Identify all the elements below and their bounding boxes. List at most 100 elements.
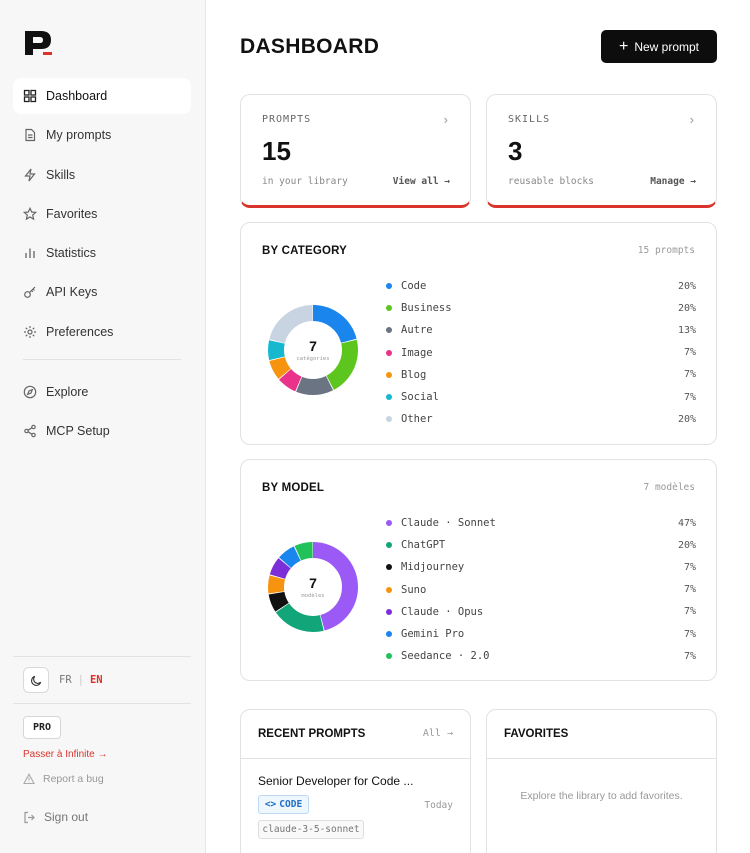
grid-icon	[23, 89, 37, 103]
page-title: DASHBOARD	[240, 35, 380, 58]
sidebar-item-api-keys[interactable]: API Keys	[13, 274, 191, 310]
legend-item: Claude · Opus 7%	[386, 601, 696, 623]
sidebar-item-label: Statistics	[46, 246, 97, 261]
panel-title: FAVORITES	[504, 728, 569, 740]
legend-item: Image 7%	[386, 342, 696, 364]
legend-dot	[386, 349, 392, 356]
legend-dot	[386, 283, 392, 290]
lang-en-option[interactable]: EN	[90, 674, 103, 686]
category-tag: <> CODE	[258, 795, 309, 814]
warning-icon	[23, 773, 35, 785]
legend-item: Other 20%	[386, 408, 696, 430]
sidebar-item-dashboard[interactable]: Dashboard	[13, 78, 191, 114]
legend-percent: 20%	[677, 413, 696, 425]
code-brackets-icon: <>	[264, 799, 277, 810]
logout-icon	[23, 811, 36, 824]
legend-label: Social	[401, 391, 439, 404]
stat-value: 3	[508, 136, 523, 166]
chevron-right-icon: ›	[689, 112, 694, 127]
gear-icon	[23, 325, 37, 339]
legend-item: Autre 13%	[386, 319, 696, 341]
legend-percent: 47%	[677, 517, 696, 529]
legend-dot	[386, 371, 392, 378]
legend-item: Seedance · 2.0 7%	[386, 645, 696, 667]
donut-center-value: 7	[309, 575, 317, 591]
legend-dot	[386, 520, 392, 527]
legend-percent: 7%	[683, 628, 696, 640]
legend-percent: 7%	[683, 369, 696, 381]
favorites-empty-message: Explore the library to add favorites.	[520, 790, 683, 802]
favorites-header: FAVORITES	[487, 710, 716, 759]
model-tag: claude-3-5-sonnet	[258, 820, 364, 839]
legend-label: Claude · Opus	[401, 605, 484, 618]
report-bug-link[interactable]: Report a bug	[23, 773, 104, 785]
report-bug-label: Report a bug	[43, 773, 104, 785]
language-switcher: FR | EN	[59, 674, 103, 686]
legend-label: Code	[401, 280, 427, 293]
legend-percent: 7%	[683, 584, 696, 596]
upgrade-link[interactable]: Passer à Infinite →	[23, 749, 107, 760]
view-all-link[interactable]: View all →	[393, 176, 450, 187]
all-prompts-link[interactable]: All →	[423, 728, 453, 739]
legend-dot	[386, 394, 392, 401]
legend-item: Midjourney 7%	[386, 556, 696, 578]
legend-item: Code 20%	[386, 275, 696, 297]
recent-prompt-title[interactable]: Senior Developer for Code ...	[258, 774, 413, 788]
sidebar-item-favorites[interactable]: Favorites	[13, 196, 191, 232]
panel-title: BY CATEGORY	[262, 245, 348, 257]
legend-dot	[386, 416, 392, 423]
panel-count: 7 modèles	[643, 482, 695, 493]
theme-toggle-button[interactable]	[23, 667, 49, 693]
category-tag-label: CODE	[279, 799, 303, 810]
legend-item: Claude · Sonnet 47%	[386, 512, 696, 534]
manage-link[interactable]: Manage →	[650, 176, 696, 187]
plus-icon: +	[618, 37, 629, 55]
prompt-date: Today	[424, 800, 453, 811]
app-logo[interactable]	[24, 30, 54, 56]
sidebar-item-preferences[interactable]: Preferences	[13, 314, 191, 350]
legend-dot	[386, 305, 392, 312]
recent-prompts-panel: RECENT PROMPTS All → Senior Developer fo…	[240, 709, 471, 853]
sidebar: Dashboard My prompts Skills Favorites St…	[0, 0, 206, 853]
new-prompt-button[interactable]: + New prompt	[601, 30, 717, 63]
legend-item: Suno 7%	[386, 579, 696, 601]
model-donut-chart: 7modèles	[268, 542, 358, 632]
prompts-stat-card[interactable]: PROMPTS › 15 in your library View all →	[240, 94, 471, 208]
skills-stat-card[interactable]: SKILLS › 3 reusable blocks Manage →	[486, 94, 717, 208]
legend-percent: 13%	[677, 324, 696, 336]
sidebar-item-my-prompts[interactable]: My prompts	[13, 117, 191, 153]
sidebar-item-label: Skills	[46, 167, 76, 182]
legend-dot	[386, 653, 392, 660]
sidebar-item-label: My prompts	[46, 128, 112, 143]
legend-dot	[386, 586, 392, 593]
legend-label: Claude · Sonnet	[401, 517, 496, 530]
category-donut-chart: 7catégories	[268, 305, 358, 395]
legend-label: Image	[401, 346, 433, 359]
legend-dot	[386, 542, 392, 549]
stat-subtitle: reusable blocks	[508, 176, 594, 187]
model-legend: Claude · Sonnet 47% ChatGPT 20% Midjourney 7%…	[386, 512, 696, 667]
sidebar-item-label: MCP Setup	[46, 424, 110, 439]
sidebar-item-skills[interactable]: Skills	[13, 157, 191, 193]
sidebar-item-statistics[interactable]: Statistics	[13, 235, 191, 271]
sidebar-nav: Dashboard My prompts Skills Favorites St…	[13, 78, 191, 452]
lang-fr-option[interactable]: FR	[59, 674, 72, 686]
legend-percent: 7%	[683, 650, 696, 662]
stat-label: PROMPTS	[262, 114, 312, 125]
legend-dot	[386, 564, 392, 571]
plan-badge: PRO	[23, 716, 61, 739]
donut-center-label: modèles	[301, 592, 324, 599]
bar-chart-icon	[23, 246, 37, 260]
sidebar-item-label: API Keys	[46, 285, 98, 300]
chevron-right-icon: ›	[443, 112, 448, 127]
sidebar-item-label: Preferences	[46, 324, 114, 339]
stat-subtitle: in your library	[262, 176, 348, 187]
sign-out-button[interactable]: Sign out	[23, 810, 88, 824]
legend-item: Blog 7%	[386, 364, 696, 386]
legend-label: Autre	[401, 324, 433, 337]
legend-label: Blog	[401, 368, 427, 381]
donut-center-value: 7	[309, 338, 317, 354]
sidebar-item-explore[interactable]: Explore	[13, 374, 191, 410]
key-icon	[23, 285, 37, 299]
sidebar-item-mcp-setup[interactable]: MCP Setup	[13, 413, 191, 449]
